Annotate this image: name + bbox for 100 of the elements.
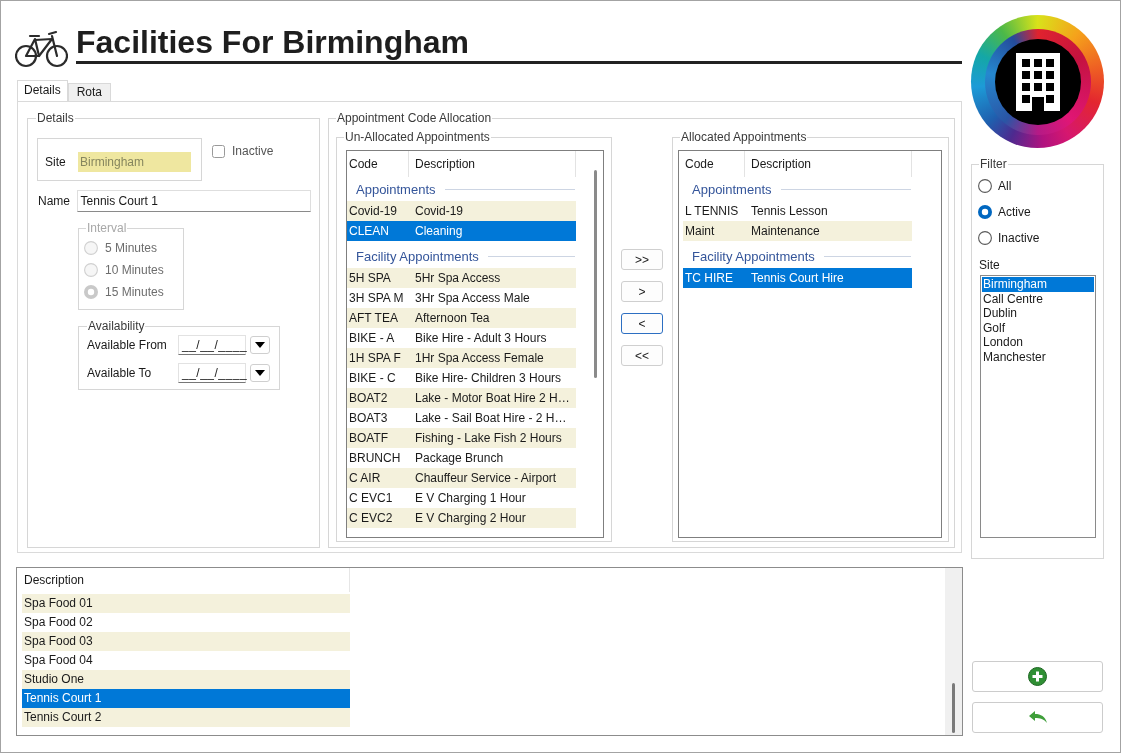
table-cell-text: 1Hr Spa Access Female (415, 351, 545, 365)
table-cell-text: Bike Hire - Adult 3 Hours (415, 331, 548, 345)
table-cell-text: CLEAN (348, 224, 390, 238)
scrollbar-thumb[interactable] (594, 170, 597, 378)
table-cell-text: BIKE - C (348, 371, 397, 385)
list-row[interactable]: BIKE - C Bike Hire- Children 3 Hours (347, 368, 576, 388)
table-cell-text: BIKE - A (348, 331, 396, 345)
radio-label: 15 Minutes (105, 285, 164, 299)
list-row[interactable]: C EVC2 E V Charging 2 Hour (347, 508, 576, 528)
column-header[interactable]: Description (22, 568, 350, 592)
list-item[interactable]: Golf (982, 320, 1094, 335)
date-field[interactable]: __/__/____ (178, 335, 246, 355)
list-group-header: Appointments (356, 181, 436, 197)
group-title: Allocated Appointments (680, 130, 808, 144)
table-cell-text: BOATF (348, 431, 390, 445)
list-row[interactable]: Covid-19 Covid-19 (347, 201, 576, 221)
field-label: Site (979, 258, 1000, 272)
add-button[interactable] (972, 661, 1103, 692)
table-cell-text: Fishing - Lake Fish 2 Hours (415, 431, 563, 445)
column-header[interactable]: Description (745, 151, 912, 177)
list-item[interactable]: Tennis Court 1 (22, 689, 350, 708)
column-header[interactable]: Code (683, 151, 745, 177)
date-field[interactable]: __/__/____ (178, 363, 246, 383)
checkbox-label[interactable]: Inactive (232, 144, 274, 158)
list-row[interactable]: BOAT2 Lake - Motor Boat Hire 2 H… (347, 388, 576, 408)
column-header[interactable]: Description (409, 151, 576, 177)
list-item[interactable]: Spa Food 01 (22, 594, 350, 613)
list-item[interactable]: Call Centre (982, 291, 1094, 306)
list-row[interactable]: 3H SPA M 3Hr Spa Access Male (347, 288, 576, 308)
list-row[interactable]: TC HIRE Tennis Court Hire (683, 268, 912, 288)
table-cell-text: BOAT2 (348, 391, 389, 405)
table-cell-text: BOAT3 (348, 411, 389, 425)
table-cell-text: Afternoon Tea (415, 311, 491, 325)
checkbox[interactable] (212, 144, 225, 158)
field-label: Site (45, 155, 67, 169)
table-cell-text: TC HIRE (684, 271, 734, 285)
list-row[interactable]: L TENNIS Tennis Lesson (683, 201, 912, 221)
list-item[interactable]: Dublin (982, 306, 1094, 321)
list-row[interactable]: C AIR Chauffeur Service - Airport (347, 468, 576, 488)
table-cell-text: Lake - Sail Boat Hire - 2 H… (415, 411, 568, 425)
table-cell-text: Covid-19 (348, 204, 399, 218)
list-row[interactable]: BOATF Fishing - Lake Fish 2 Hours (347, 428, 576, 448)
table-cell-text: Cleaning (415, 224, 464, 238)
list-row[interactable]: 5H SPA 5Hr Spa Access (347, 268, 576, 288)
transfer-button[interactable]: > (621, 281, 663, 302)
transfer-button[interactable]: >> (621, 249, 663, 270)
scrollbar-thumb[interactable] (952, 683, 955, 733)
scrollbar-track[interactable] (945, 568, 962, 735)
dropdown-button[interactable] (250, 364, 270, 382)
table-cell-text: 3H SPA M (348, 291, 405, 305)
table-cell-text: Chauffeur Service - Airport (415, 471, 558, 485)
list-item[interactable]: Spa Food 03 (22, 632, 350, 651)
column-header[interactable]: Code (347, 151, 409, 177)
list-item[interactable]: Studio One (22, 670, 350, 689)
list-row[interactable]: BIKE - A Bike Hire - Adult 3 Hours (347, 328, 576, 348)
table-cell-text: Covid-19 (415, 204, 465, 218)
table-cell-text: 3Hr Spa Access Male (415, 291, 531, 305)
list-row[interactable]: CLEAN Cleaning (347, 221, 576, 241)
list-row[interactable]: C EVC1 E V Charging 1 Hour (347, 488, 576, 508)
radio-button[interactable] (978, 205, 992, 219)
list-item[interactable]: Manchester (982, 349, 1094, 364)
table-cell-text: Bike Hire- Children 3 Hours (415, 371, 563, 385)
group-title: Details (36, 111, 75, 125)
table-cell-text: C AIR (348, 471, 382, 485)
list-item[interactable]: Tennis Court 2 (22, 708, 350, 727)
list-item[interactable]: Spa Food 04 (22, 651, 350, 670)
table-cell-text: Tennis Court Hire (751, 271, 845, 285)
tab[interactable]: Rota (67, 83, 112, 101)
list-row[interactable]: 1H SPA F 1Hr Spa Access Female (347, 348, 576, 368)
table-cell-text: Maintenance (751, 224, 821, 238)
name-field[interactable]: Tennis Court 1 (76, 190, 311, 212)
radio-button[interactable] (978, 231, 992, 245)
group-title: Interval (86, 221, 128, 235)
transfer-button[interactable]: < (621, 313, 663, 334)
list-row[interactable]: BRUNCH Package Brunch (347, 448, 576, 468)
field-label: Available To (87, 366, 153, 380)
transfer-button[interactable]: << (621, 345, 663, 366)
list-row[interactable]: BOAT3 Lake - Sail Boat Hire - 2 H… (347, 408, 576, 428)
table-cell-text: Maint (684, 224, 716, 238)
caret-down-icon (255, 342, 265, 348)
table-cell-text: 5H SPA (348, 271, 392, 285)
page-title: Facilities For Birmingham (76, 23, 469, 61)
plus-circle-icon (1028, 667, 1047, 686)
table-cell-text: Lake - Motor Boat Hire 2 H… (415, 391, 571, 405)
table-cell-text: E V Charging 2 Hour (415, 511, 527, 525)
table-cell-text: Tennis Lesson (751, 204, 829, 218)
group-title: Filter (979, 157, 1008, 171)
tab[interactable]: Details (17, 80, 68, 101)
radio-label: 10 Minutes (105, 263, 164, 277)
list-item[interactable]: Spa Food 02 (22, 613, 350, 632)
dropdown-button[interactable] (250, 336, 270, 354)
radio-label: All (998, 179, 1012, 193)
list-row[interactable]: Maint Maintenance (683, 221, 912, 241)
radio-button[interactable] (978, 179, 992, 193)
list-item[interactable]: London (982, 335, 1094, 350)
group-title: Appointment Code Allocation (336, 111, 493, 125)
list-row[interactable]: AFT TEA Afternoon Tea (347, 308, 576, 328)
table-cell-text: BRUNCH (348, 451, 402, 465)
list-item[interactable]: Birmingham (982, 277, 1094, 292)
group-title: Un-Allocated Appointments (344, 130, 491, 144)
